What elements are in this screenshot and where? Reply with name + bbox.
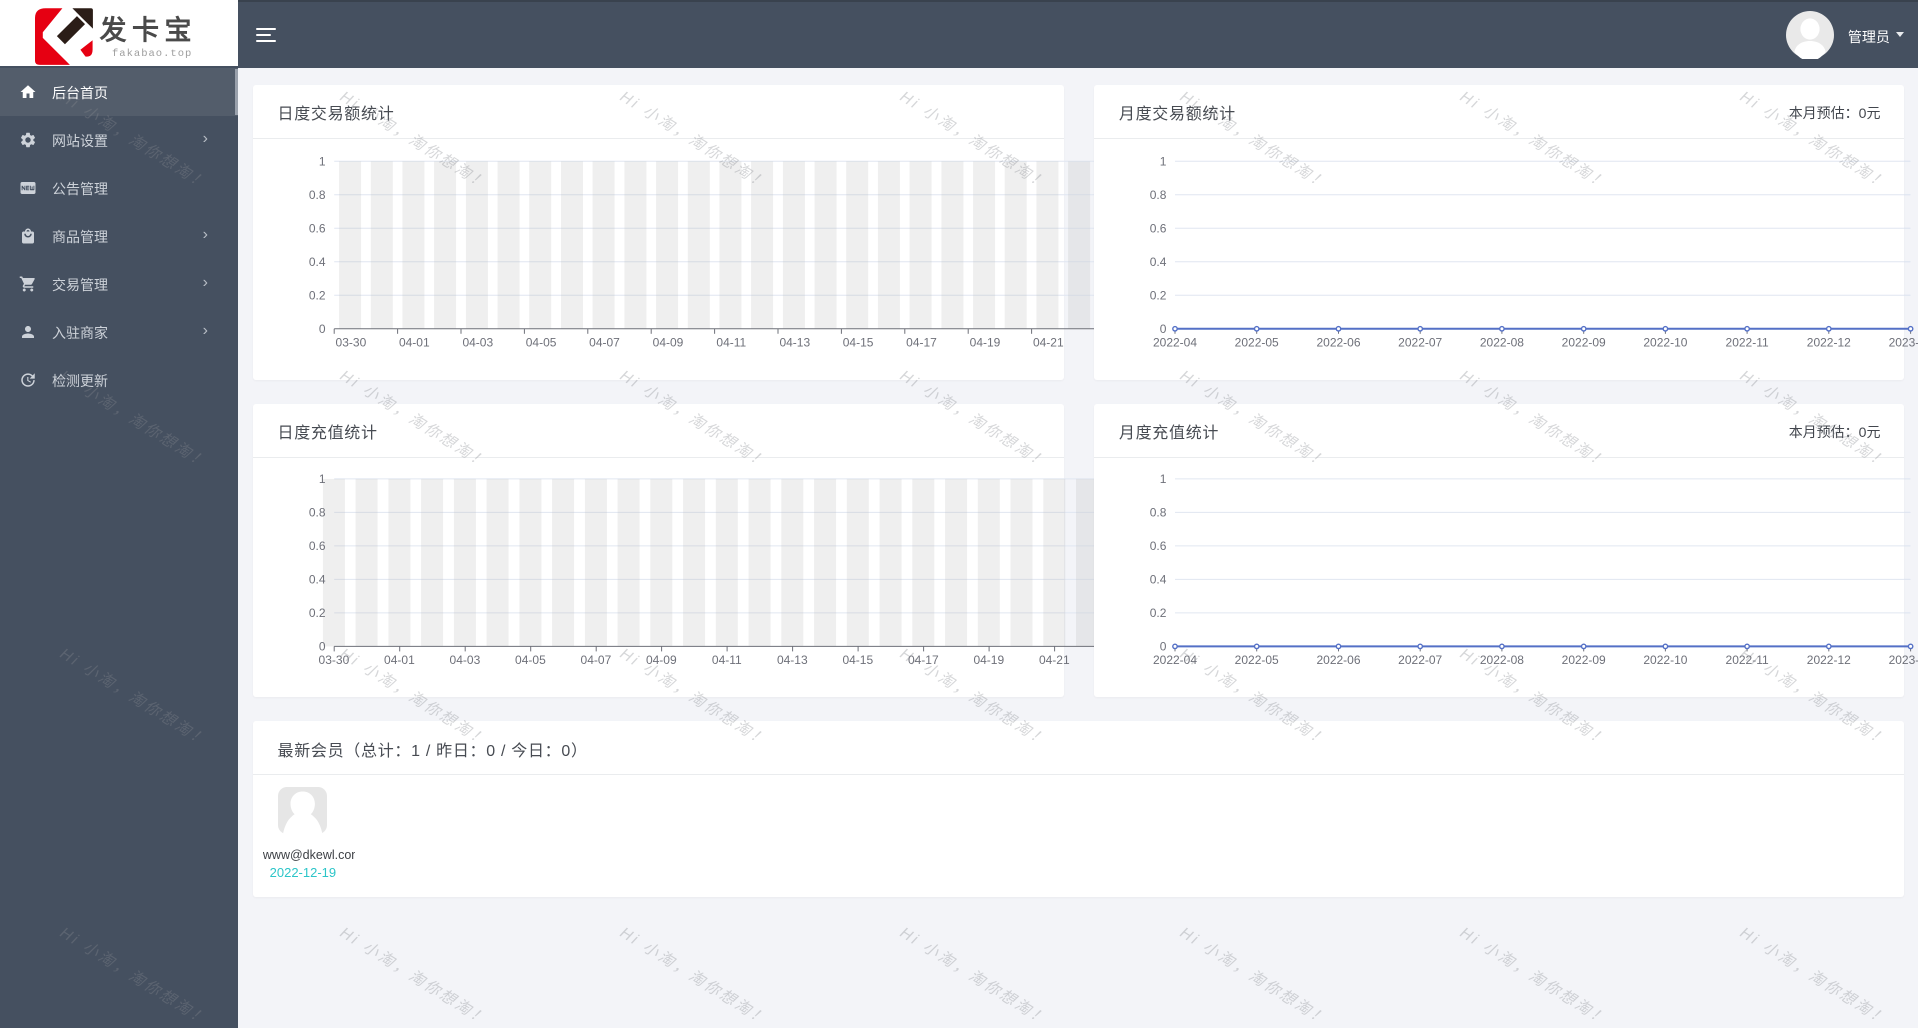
svg-text:0.6: 0.6: [309, 539, 326, 553]
svg-text:04-05: 04-05: [526, 335, 557, 349]
svg-text:04-03: 04-03: [462, 335, 493, 349]
svg-text:2022-08: 2022-08: [1480, 653, 1524, 667]
svg-text:发卡宝: 发卡宝: [99, 15, 198, 46]
svg-text:04-13: 04-13: [777, 653, 808, 667]
svg-text:0.6: 0.6: [1150, 539, 1167, 553]
svg-text:04-05: 04-05: [515, 653, 546, 667]
svg-text:04-17: 04-17: [906, 335, 937, 349]
svg-text:1: 1: [319, 154, 326, 168]
svg-text:0.8: 0.8: [1150, 188, 1167, 202]
svg-text:03-30: 03-30: [319, 653, 350, 667]
svg-text:04-21: 04-21: [1039, 653, 1070, 667]
svg-text:2022-11: 2022-11: [1726, 335, 1769, 349]
svg-text:fakabao.top: fakabao.top: [112, 48, 192, 60]
svg-text:2022-04: 2022-04: [1153, 335, 1197, 349]
svg-text:0.6: 0.6: [309, 221, 326, 235]
svg-text:04-09: 04-09: [646, 653, 677, 667]
svg-text:2022-06: 2022-06: [1316, 653, 1360, 667]
svg-text:03-30: 03-30: [336, 335, 367, 349]
svg-text:2023-01: 2023-01: [1889, 653, 1918, 667]
svg-text:2022-05: 2022-05: [1235, 335, 1279, 349]
svg-text:2022-09: 2022-09: [1562, 653, 1606, 667]
svg-text:0.8: 0.8: [309, 188, 326, 202]
svg-text:04-03: 04-03: [450, 653, 481, 667]
svg-text:0.4: 0.4: [1150, 572, 1167, 586]
svg-text:2022-09: 2022-09: [1562, 335, 1606, 349]
svg-text:0.4: 0.4: [1150, 255, 1167, 269]
svg-text:0.6: 0.6: [1150, 221, 1167, 235]
svg-text:2022-04: 2022-04: [1153, 653, 1197, 667]
svg-text:0: 0: [1160, 639, 1167, 653]
svg-text:04-01: 04-01: [399, 335, 430, 349]
svg-text:2022-06: 2022-06: [1316, 335, 1360, 349]
svg-text:04-17: 04-17: [908, 653, 939, 667]
svg-text:2022-07: 2022-07: [1398, 653, 1442, 667]
svg-text:04-13: 04-13: [779, 335, 810, 349]
svg-text:04-01: 04-01: [384, 653, 415, 667]
svg-text:04-07: 04-07: [581, 653, 612, 667]
svg-text:2022-10: 2022-10: [1643, 653, 1687, 667]
svg-text:04-09: 04-09: [653, 335, 684, 349]
svg-text:0.4: 0.4: [309, 572, 326, 586]
svg-text:2022-12: 2022-12: [1807, 335, 1851, 349]
svg-text:2022-11: 2022-11: [1726, 653, 1769, 667]
svg-text:0.8: 0.8: [309, 505, 326, 519]
svg-text:0.2: 0.2: [309, 606, 326, 620]
svg-text:2022-10: 2022-10: [1643, 335, 1687, 349]
svg-text:04-11: 04-11: [712, 653, 742, 667]
svg-text:2022-12: 2022-12: [1807, 653, 1851, 667]
svg-text:04-11: 04-11: [716, 335, 746, 349]
svg-text:2022-08: 2022-08: [1480, 335, 1524, 349]
svg-text:04-07: 04-07: [589, 335, 620, 349]
svg-text:0.4: 0.4: [309, 255, 326, 269]
svg-text:1: 1: [319, 472, 326, 486]
svg-text:2022-05: 2022-05: [1235, 653, 1279, 667]
svg-text:0: 0: [1160, 322, 1167, 336]
svg-text:0: 0: [319, 322, 326, 336]
svg-text:2022-07: 2022-07: [1398, 335, 1442, 349]
svg-text:0.8: 0.8: [1150, 505, 1167, 519]
svg-text:1: 1: [1160, 472, 1167, 486]
svg-text:04-19: 04-19: [970, 335, 1001, 349]
svg-text:0.2: 0.2: [309, 288, 326, 302]
svg-text:04-15: 04-15: [843, 335, 874, 349]
svg-text:2023-01: 2023-01: [1889, 335, 1918, 349]
svg-text:0.2: 0.2: [1150, 606, 1167, 620]
svg-text:0.2: 0.2: [1150, 288, 1167, 302]
svg-text:1: 1: [1160, 154, 1167, 168]
svg-text:04-19: 04-19: [973, 653, 1004, 667]
svg-text:04-15: 04-15: [842, 653, 873, 667]
svg-text:04-21: 04-21: [1033, 335, 1064, 349]
svg-text:0: 0: [319, 639, 326, 653]
